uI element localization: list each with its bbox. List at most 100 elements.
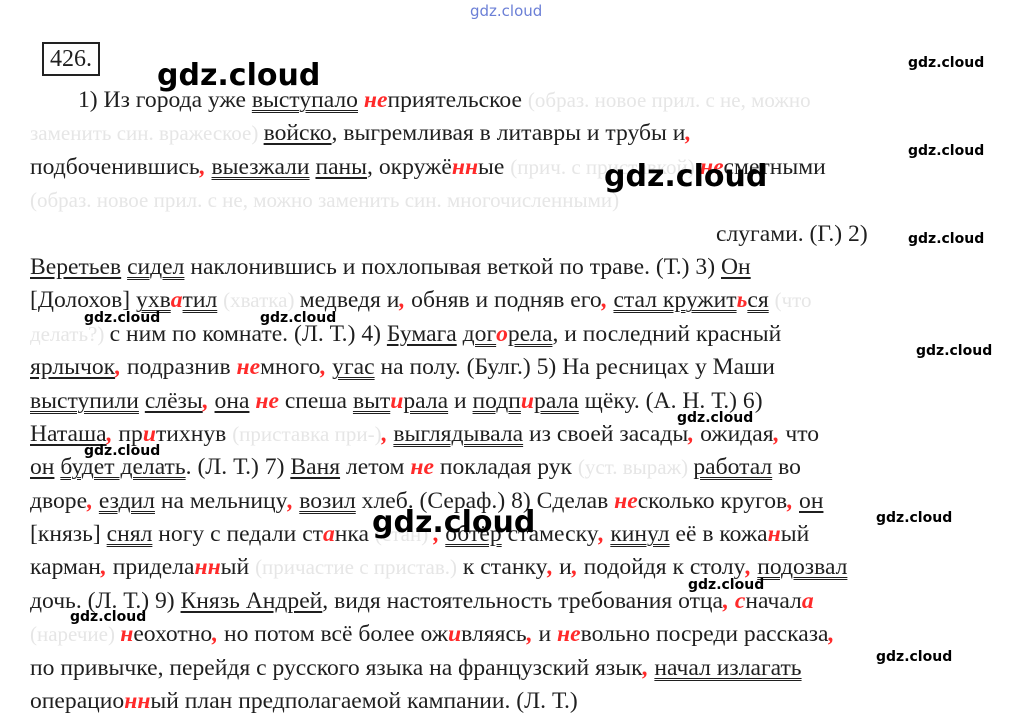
text-segment: вляясь xyxy=(461,621,527,648)
spelling-mark: а xyxy=(323,521,335,548)
watermark: gdz.cloud xyxy=(876,510,953,526)
text-segment: выт xyxy=(352,387,391,414)
text-segment: покладая рук xyxy=(433,454,578,481)
text-line: выступили слёзы, она не спеша вытирала и… xyxy=(30,385,1005,418)
text-segment: ся xyxy=(747,287,769,314)
spelling-mark: не xyxy=(255,387,279,414)
watermark-top: gdz.cloud xyxy=(470,2,543,20)
text-segment: ый xyxy=(780,521,810,548)
text-line: он будет делать. (Л. Т.) 7) Ваня летом н… xyxy=(30,451,1005,484)
text-segment: карман xyxy=(30,554,101,581)
faded-note: (приставка при-) xyxy=(232,421,382,446)
text-segment: угас xyxy=(332,354,375,381)
spelling-mark: не xyxy=(410,454,434,481)
spelling-mark: а xyxy=(170,287,183,314)
text-segment: и xyxy=(448,387,473,414)
text-segment: работал xyxy=(693,454,773,481)
text-line: по привычке, перейдя с русского языка на… xyxy=(30,652,1005,685)
text-segment: нка xyxy=(334,521,375,548)
text-segment: кинул xyxy=(610,521,670,548)
text-segment: сколько кругов xyxy=(637,487,788,514)
faded-note: (образ. новое прил. с не, можно заменить… xyxy=(30,188,620,213)
text-segment: и xyxy=(532,621,558,648)
text-segment: . (Л. Т.) 7) xyxy=(185,454,291,481)
text-line: ярлычок, подразнив немного, угас на полу… xyxy=(30,351,1005,384)
spelling-mark: а xyxy=(801,587,814,614)
text-segment: летом xyxy=(340,454,411,481)
spelling-mark: не xyxy=(236,354,261,381)
text-segment: ездил xyxy=(98,487,155,514)
spelling-mark: , xyxy=(685,120,692,147)
text-segment: рала xyxy=(403,387,449,414)
text-segment: снял xyxy=(106,521,153,548)
faded-note: (что xyxy=(774,288,812,313)
text-segment: из своей засады xyxy=(523,420,689,447)
watermark: gdz.cloud xyxy=(908,55,985,71)
text-segment: подп xyxy=(472,387,521,414)
spelling-mark: ь xyxy=(736,287,748,314)
watermark: gdz.cloud xyxy=(157,58,321,93)
text-segment: выступили xyxy=(30,387,139,414)
text-segment: войско xyxy=(263,120,332,147)
faded-note: (образ. новое прил. с не, можно xyxy=(527,88,811,112)
text-segment: , выгремливая в литавры и трубы и xyxy=(331,120,686,147)
spelling-mark: и xyxy=(448,621,462,648)
text-segment: сидел xyxy=(127,253,185,280)
watermark: gdz.cloud xyxy=(688,577,765,593)
text-segment: придела xyxy=(106,554,195,581)
text-line: делать?) с ним по комнате. (Л. Т.) 4) Бу… xyxy=(30,318,1005,351)
text-segment: [князь] xyxy=(30,521,107,548)
text-segment: стал кружит xyxy=(613,287,737,314)
faded-note: заменить син. вражеское) xyxy=(30,121,264,146)
text-segment: возил xyxy=(299,487,356,514)
text-segment: , окружё xyxy=(367,153,452,180)
watermark: gdz.cloud xyxy=(260,310,337,326)
text-segment: её в кожа xyxy=(669,521,768,548)
text-segment: обняв и подняв его xyxy=(405,287,602,314)
watermark: gdz.cloud xyxy=(84,443,161,459)
watermark: gdz.cloud xyxy=(876,649,953,665)
text-segment: , и последний красный xyxy=(552,320,782,347)
text-segment: спеша xyxy=(278,387,353,414)
spelling-mark: о xyxy=(496,320,508,347)
spelling-mark: , xyxy=(202,387,209,414)
watermark: gdz.cloud xyxy=(916,343,993,359)
text-segment: что xyxy=(779,420,820,447)
spelling-mark: нн xyxy=(451,153,479,180)
watermark: gdz.cloud xyxy=(908,231,985,247)
text-line: (образ. новое прил. с не, можно заменить… xyxy=(30,184,1005,217)
text-segment: подразнив xyxy=(121,354,237,381)
spelling-mark: и xyxy=(390,387,404,414)
text-segment: и xyxy=(553,554,572,581)
text-segment: приятельское xyxy=(387,87,528,113)
text-segment: он xyxy=(30,454,55,481)
text-segment: рела xyxy=(507,320,553,347)
text-line: подбоченившись, выезжали паны, окружённы… xyxy=(30,151,1005,184)
textbook-page: gdz.cloud 426. 1) Из города уже выступал… xyxy=(0,0,1017,714)
text-segment: она xyxy=(214,387,250,414)
spelling-mark: , xyxy=(828,621,835,648)
spelling-mark: и xyxy=(520,387,535,414)
text-segment: тихнув xyxy=(155,420,233,447)
spelling-mark: н xyxy=(120,621,134,648)
text-segment: рала xyxy=(534,387,579,414)
text-segment: ый xyxy=(220,554,256,581)
text-segment: ярлычок xyxy=(30,354,116,381)
spelling-mark: не xyxy=(363,87,388,113)
faded-note: (хватка) xyxy=(223,288,300,313)
text-line: заменить син. вражеское) войско, выгремл… xyxy=(30,117,1005,150)
text-line: Наташа, притихнув (приставка при-), выгл… xyxy=(30,418,1005,451)
text-line: слугами. (Г.) 2) xyxy=(30,218,1005,251)
watermark: gdz.cloud xyxy=(677,410,754,426)
spelling-mark: нн xyxy=(124,688,151,715)
text-line: [Долохов] ухватил (хватка) медведя и, об… xyxy=(30,284,1005,317)
spelling-mark: , xyxy=(199,153,206,180)
text-segment: Веретьев xyxy=(30,253,122,280)
text-segment: ые xyxy=(478,153,511,180)
text-segment: ый план предполагаемой кампании. (Л. Т.) xyxy=(150,688,578,715)
text-segment: подбоченившись xyxy=(30,153,200,180)
text-segment: еохотно xyxy=(133,621,213,648)
text-segment: во xyxy=(772,454,801,481)
text-segment: подозвал xyxy=(757,554,848,581)
spelling-mark: не xyxy=(614,487,638,514)
